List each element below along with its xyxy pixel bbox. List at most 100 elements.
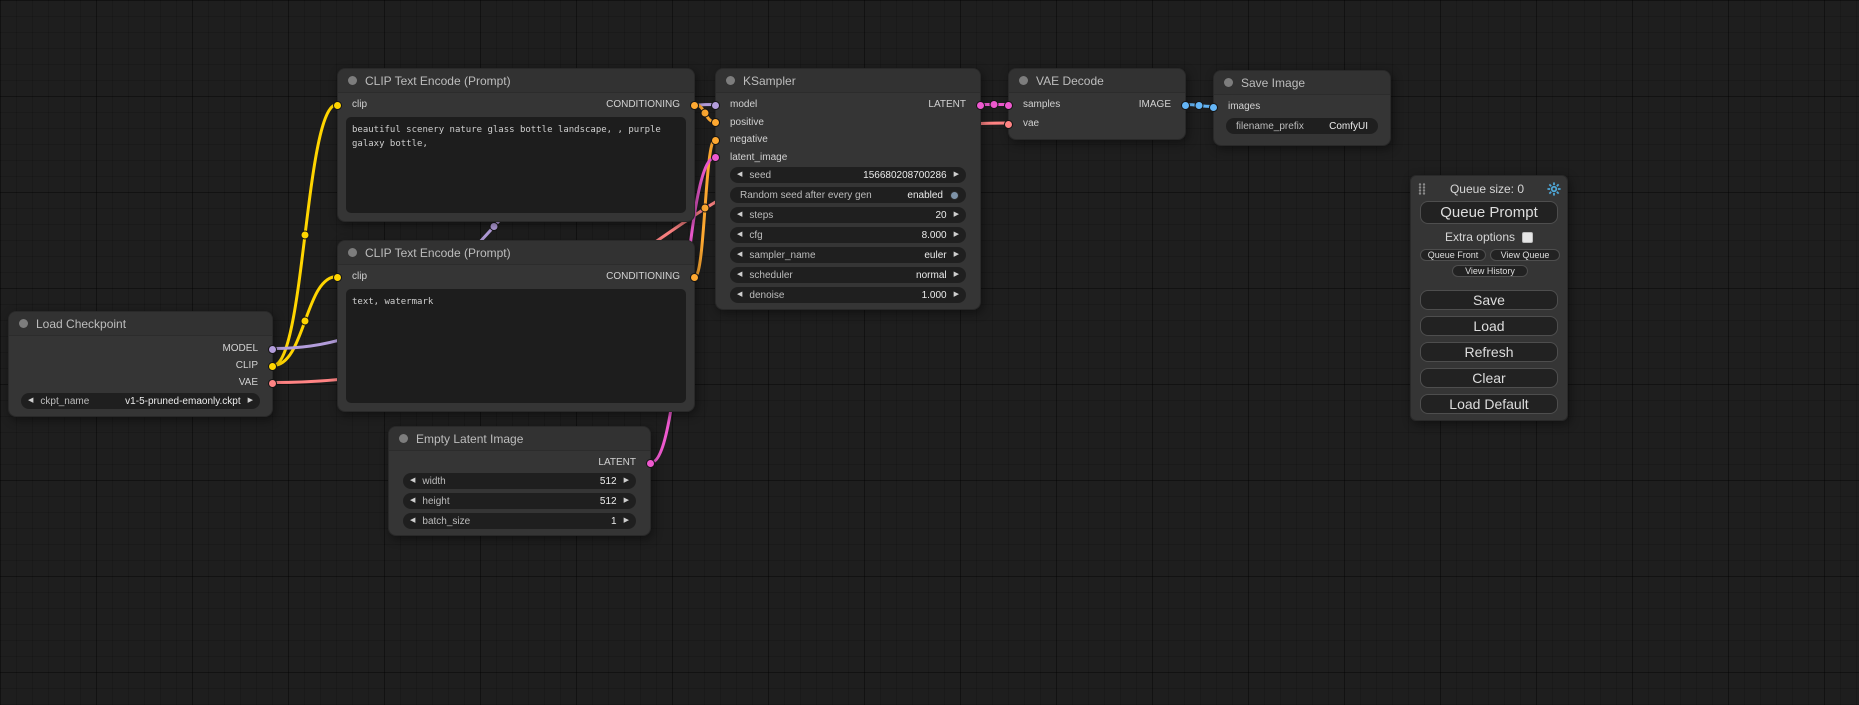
decrement-arrow-icon[interactable]: ◀ — [737, 227, 742, 243]
collapse-dot-icon[interactable] — [348, 76, 357, 85]
node-title-bar[interactable]: KSampler — [716, 69, 980, 93]
output-label-latent: LATENT — [928, 98, 966, 112]
increment-arrow-icon[interactable]: ▶ — [954, 227, 959, 243]
widget-width[interactable]: ◀ width 512 ▶ — [403, 473, 636, 489]
widget-value: euler — [924, 250, 946, 261]
input-dot-model[interactable] — [711, 101, 720, 110]
output-dot-conditioning[interactable] — [690, 101, 699, 110]
input-dot-latent-image[interactable] — [711, 153, 720, 162]
collapse-dot-icon[interactable] — [1224, 78, 1233, 87]
collapse-dot-icon[interactable] — [726, 76, 735, 85]
node-load-checkpoint[interactable]: Load Checkpoint MODEL CLIP VAE ◀ ckpt_na… — [8, 311, 273, 417]
widget-value: 1 — [611, 516, 617, 527]
node-title: Empty Latent Image — [416, 432, 523, 446]
decrement-arrow-icon[interactable]: ◀ — [737, 247, 742, 263]
output-dot-conditioning[interactable] — [690, 273, 699, 282]
widget-seed[interactable]: ◀ seed 156680208700286 ▶ — [730, 167, 966, 183]
node-title-bar[interactable]: VAE Decode — [1009, 69, 1185, 93]
output-dot-clip[interactable] — [268, 362, 277, 371]
decrement-arrow-icon[interactable]: ◀ — [410, 473, 415, 489]
load-button[interactable]: Load — [1420, 316, 1558, 336]
node-title-bar[interactable]: CLIP Text Encode (Prompt) — [338, 241, 694, 265]
widget-random-seed-toggle[interactable]: Random seed after every gen enabled — [730, 187, 966, 203]
clear-button[interactable]: Clear — [1420, 368, 1558, 388]
increment-arrow-icon[interactable]: ▶ — [624, 513, 629, 529]
decrement-arrow-icon[interactable]: ◀ — [737, 267, 742, 283]
decrement-arrow-icon[interactable]: ◀ — [737, 207, 742, 223]
input-label-clip: clip — [352, 270, 367, 284]
increment-arrow-icon[interactable]: ▶ — [954, 287, 959, 303]
widget-label: sampler_name — [749, 250, 815, 261]
increment-arrow-icon[interactable]: ▶ — [954, 167, 959, 183]
output-dot-model[interactable] — [268, 345, 277, 354]
extra-options-checkbox[interactable] — [1522, 232, 1533, 243]
toggle-dot-icon[interactable] — [950, 191, 959, 200]
decrement-arrow-icon[interactable]: ◀ — [410, 513, 415, 529]
increment-arrow-icon[interactable]: ▶ — [954, 207, 959, 223]
output-dot-latent[interactable] — [976, 101, 985, 110]
settings-gear-icon[interactable] — [1547, 182, 1561, 196]
output-label-clip: CLIP — [236, 359, 258, 373]
input-dot-clip[interactable] — [333, 101, 342, 110]
widget-label: height — [422, 496, 449, 507]
input-dot-samples[interactable] — [1004, 101, 1013, 110]
output-label-model: MODEL — [222, 342, 258, 356]
drag-handle-icon[interactable] — [1417, 182, 1427, 196]
widget-filename-prefix[interactable]: filename_prefix ComfyUI — [1226, 118, 1378, 134]
input-dot-negative[interactable] — [711, 136, 720, 145]
collapse-dot-icon[interactable] — [1019, 76, 1028, 85]
increment-arrow-icon[interactable]: ▶ — [954, 267, 959, 283]
save-button[interactable]: Save — [1420, 290, 1558, 310]
decrement-arrow-icon[interactable]: ◀ — [737, 287, 742, 303]
node-clip-text-encode-positive[interactable]: CLIP Text Encode (Prompt) clip CONDITION… — [337, 68, 695, 222]
node-title-bar[interactable]: CLIP Text Encode (Prompt) — [338, 69, 694, 93]
widget-value: v1-5-pruned-emaonly.ckpt — [125, 396, 240, 407]
widget-label: steps — [749, 210, 773, 221]
output-dot-image[interactable] — [1181, 101, 1190, 110]
widget-sampler-name[interactable]: ◀ sampler_name euler ▶ — [730, 247, 966, 263]
increment-arrow-icon[interactable]: ▶ — [954, 247, 959, 263]
queue-prompt-button[interactable]: Queue Prompt — [1420, 201, 1558, 224]
increment-arrow-icon[interactable]: ▶ — [624, 473, 629, 489]
refresh-button[interactable]: Refresh — [1420, 342, 1558, 362]
view-history-button[interactable]: View History — [1452, 265, 1528, 277]
widget-label: Random seed after every gen — [740, 190, 872, 201]
input-dot-images[interactable] — [1209, 103, 1218, 112]
widget-ckpt-name[interactable]: ◀ ckpt_name v1-5-pruned-emaonly.ckpt ▶ — [21, 393, 260, 409]
widget-cfg[interactable]: ◀ cfg 8.000 ▶ — [730, 227, 966, 243]
decrement-arrow-icon[interactable]: ◀ — [28, 393, 33, 409]
widget-denoise[interactable]: ◀ denoise 1.000 ▶ — [730, 287, 966, 303]
output-dot-vae[interactable] — [268, 379, 277, 388]
widget-value: 8.000 — [922, 230, 947, 241]
view-queue-button[interactable]: View Queue — [1490, 249, 1560, 261]
increment-arrow-icon[interactable]: ▶ — [248, 393, 253, 409]
collapse-dot-icon[interactable] — [399, 434, 408, 443]
node-title-bar[interactable]: Save Image — [1214, 71, 1390, 95]
node-save-image[interactable]: Save Image images filename_prefix ComfyU… — [1213, 70, 1391, 146]
collapse-dot-icon[interactable] — [348, 248, 357, 257]
node-title-bar[interactable]: Empty Latent Image — [389, 427, 650, 451]
input-dot-vae[interactable] — [1004, 120, 1013, 129]
input-dot-clip[interactable] — [333, 273, 342, 282]
prompt-textarea[interactable]: beautiful scenery nature glass bottle la… — [346, 117, 686, 213]
graph-canvas[interactable]: Load Checkpoint MODEL CLIP VAE ◀ ckpt_na… — [0, 0, 1859, 705]
widget-height[interactable]: ◀ height 512 ▶ — [403, 493, 636, 509]
node-vae-decode[interactable]: VAE Decode samples vae IMAGE — [1008, 68, 1186, 140]
load-default-button[interactable]: Load Default — [1420, 394, 1558, 414]
widget-label: ckpt_name — [40, 396, 89, 407]
input-dot-positive[interactable] — [711, 118, 720, 127]
node-ksampler[interactable]: KSampler model positive negative latent_… — [715, 68, 981, 310]
node-title-bar[interactable]: Load Checkpoint — [9, 312, 272, 336]
widget-scheduler[interactable]: ◀ scheduler normal ▶ — [730, 267, 966, 283]
increment-arrow-icon[interactable]: ▶ — [624, 493, 629, 509]
widget-batch-size[interactable]: ◀ batch_size 1 ▶ — [403, 513, 636, 529]
output-dot-latent[interactable] — [646, 459, 655, 468]
collapse-dot-icon[interactable] — [19, 319, 28, 328]
node-clip-text-encode-negative[interactable]: CLIP Text Encode (Prompt) clip CONDITION… — [337, 240, 695, 412]
widget-steps[interactable]: ◀ steps 20 ▶ — [730, 207, 966, 223]
queue-front-button[interactable]: Queue Front — [1420, 249, 1486, 261]
decrement-arrow-icon[interactable]: ◀ — [410, 493, 415, 509]
node-empty-latent-image[interactable]: Empty Latent Image LATENT ◀ width 512 ▶ … — [388, 426, 651, 536]
prompt-textarea[interactable]: text, watermark — [346, 289, 686, 403]
decrement-arrow-icon[interactable]: ◀ — [737, 167, 742, 183]
